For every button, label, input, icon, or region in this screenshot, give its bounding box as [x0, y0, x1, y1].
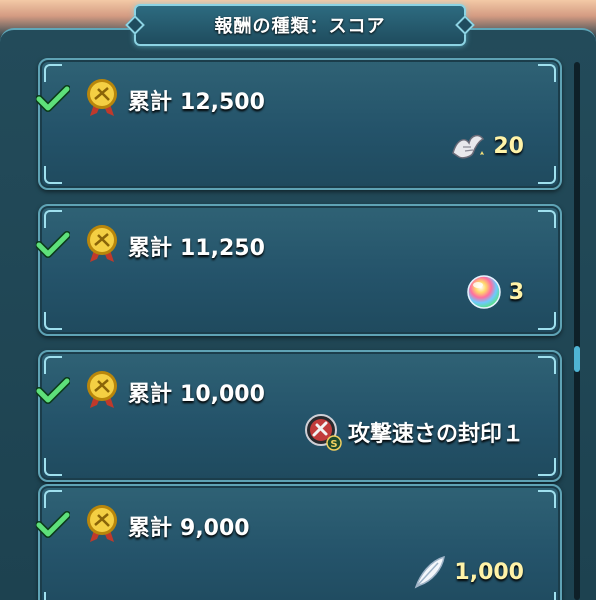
cumulative-label: 累計: [128, 516, 173, 541]
score-value: 12,500: [180, 90, 265, 115]
reward-quantity: 20: [493, 133, 524, 159]
reward-item: 1,000: [410, 552, 524, 592]
checkmark-icon: [36, 377, 70, 404]
reward-row[interactable]: 累計 11,250 3: [36, 204, 562, 336]
score-medal-icon: [87, 505, 117, 542]
seal-icon: S: [304, 414, 342, 451]
score-medal-icon: [87, 371, 117, 408]
reward-row[interactable]: 累計 9,000 1,000: [36, 484, 562, 600]
checkmark-icon: [36, 231, 70, 258]
reward-screen: 報酬の種類：スコア 累計 12,500 20 累計 11,250 3 累計 10…: [0, 0, 596, 600]
cumulative-label: 累計: [128, 382, 173, 407]
svg-text:S: S: [330, 439, 337, 450]
score-threshold: 累計 12,500: [128, 84, 265, 116]
reward-item: 3: [465, 272, 524, 312]
cumulative-label: 累計: [128, 90, 173, 115]
score-threshold: 累計 11,250: [128, 230, 265, 262]
reward-item: S 攻撃速さの封印１: [304, 412, 524, 452]
reward-quantity: 1,000: [454, 559, 524, 585]
reward-item: 20: [449, 126, 524, 166]
score-medal-icon: [87, 79, 117, 116]
score-value: 10,000: [180, 382, 265, 407]
checkmark-icon: [36, 85, 70, 112]
score-value: 11,250: [180, 236, 265, 261]
orb-icon: [466, 275, 501, 309]
eagle-icon: [452, 134, 485, 159]
score-threshold: 累計 10,000: [128, 376, 265, 408]
reward-quantity: 3: [508, 279, 524, 305]
header-title: 報酬の種類：スコア: [214, 16, 386, 37]
score-value: 9,000: [180, 516, 250, 541]
cumulative-label: 累計: [128, 236, 173, 261]
reward-type-header: 報酬の種類：スコア: [134, 4, 466, 46]
scrollbar-track[interactable]: [574, 62, 580, 600]
reward-row[interactable]: 累計 10,000 S 攻撃速さの封印１: [36, 350, 562, 482]
score-medal-icon: [87, 225, 117, 262]
checkmark-icon: [36, 511, 70, 538]
scrollbar-thumb[interactable]: [574, 346, 580, 372]
score-threshold: 累計 9,000: [128, 510, 250, 542]
reward-row[interactable]: 累計 12,500 20: [36, 58, 562, 190]
reward-quantity: 攻撃速さの封印１: [347, 422, 524, 447]
feather-icon: [415, 555, 446, 589]
